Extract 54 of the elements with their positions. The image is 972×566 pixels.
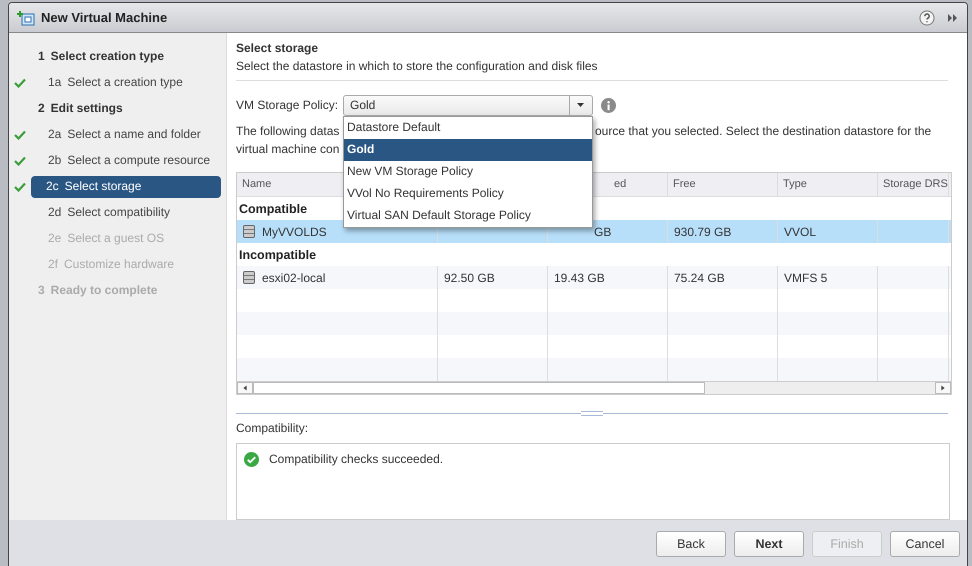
column-header[interactable]: Name [242,178,272,190]
group-label: Compatible [239,202,308,216]
scroll-left-icon[interactable] [237,382,253,394]
description-text: ource that you selected. Select the destination datastore for the [595,123,932,140]
menu-item[interactable]: Datastore Default [344,117,592,139]
table-cell: esxi02-local [262,270,326,284]
step-item[interactable]: 2b Select a compute resource [31,150,221,172]
column-header[interactable]: Storage DRS [883,178,948,190]
dialog-button[interactable]: Cancel [890,530,960,556]
page-subtitle: Select the datastore in which to store the configuration and disk files [236,59,599,73]
caret-icon [577,103,584,107]
description-text: virtual machine con [236,141,340,158]
group-label: Incompatible [239,248,316,262]
table-cell: 930.79 GB [674,224,732,238]
policy-dropdown[interactable]: Gold [343,94,593,116]
window-title: New Virtual Machine [41,10,168,25]
menu-item[interactable]: New VM Storage Policy [344,161,592,183]
menu-item[interactable]: VVol No Requirements Policy [344,183,592,205]
step-heading[interactable]: 2 Edit settings [9,96,221,122]
success-icon [244,452,259,467]
info-icon[interactable] [601,98,616,112]
table-cell: VVOL [784,224,816,238]
dialog-button[interactable]: Next [734,530,804,556]
table-row[interactable]: esxi02-local 92.50 GB 19.43 GB 75.24 GB VMFS 5 [237,266,951,289]
column-header[interactable]: ed [614,178,626,190]
help-icon[interactable] [919,10,935,26]
horizontal-scrollbar[interactable] [237,381,951,394]
virtual-machine-icon [17,10,35,26]
column-header[interactable]: Free [673,178,696,190]
compatibility-message: Compatibility checks succeeded. [269,452,444,466]
step-item[interactable]: 1a Select a creation type [31,72,221,94]
policy-label: VM Storage Policy: [236,98,340,112]
table-cell: VMFS 5 [784,270,828,284]
database-icon [243,271,255,284]
compatibility-label: Compatibility: [236,421,310,435]
table-cell: MyVVOLDS [262,224,327,238]
table-cell-text: GB [593,224,612,238]
page-title: Select storage [236,41,320,55]
dialog-button[interactable]: Back [656,530,726,556]
expand-icon[interactable] [947,12,959,22]
description-text: The following datas [236,123,340,140]
step-item[interactable]: 2a Select a name and folder [31,124,221,146]
database-icon [243,225,255,238]
table-cell: 92.50 GB [444,270,495,284]
menu-item[interactable]: Gold [344,139,592,161]
scroll-right-icon[interactable] [935,382,951,394]
scroll-thumb[interactable] [253,382,705,394]
splitter-handle[interactable] [581,411,603,416]
step-item[interactable]: 2c Select storage [31,176,221,198]
table-cell: 75.24 GB [674,270,725,284]
step-item[interactable]: 2d Select compatibility [31,202,221,224]
column-header[interactable]: Type [783,178,807,190]
table-cell: 19.43 GB [554,270,605,284]
step-heading[interactable]: 1 Select creation type [9,44,221,70]
